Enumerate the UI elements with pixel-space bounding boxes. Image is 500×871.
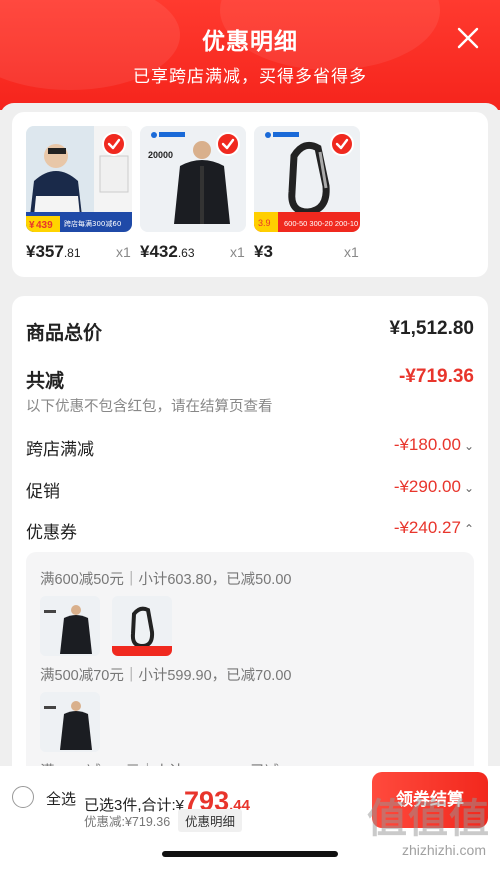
product-thumbnail [112, 596, 172, 656]
reduce-value: -¥719.36 [398, 366, 474, 387]
product-price: ¥3 [254, 242, 273, 261]
product-image: 20000 [140, 126, 246, 232]
checkout-bar: 全选 已选3件,合计:¥793.44 优惠减:¥719.36 优惠明细 领券结算… [0, 766, 500, 871]
discount-detail-link[interactable]: 优惠明细 [178, 809, 243, 832]
home-indicator [162, 851, 338, 857]
product-image: 3.9 600-50 300-20 200-10 [254, 126, 360, 232]
watermark-logo: 值值值 [367, 797, 490, 841]
svg-text:跨店每满300减60: 跨店每满300减60 [64, 219, 121, 228]
row-value-promotion[interactable]: -¥290.00 ⌄ [394, 477, 474, 497]
total-value: ¥1,512.80 [389, 318, 474, 339]
checked-icon[interactable] [216, 132, 240, 156]
discount-detail-card: 商品总价 ¥1,512.80 共减 -¥719.36 以下优惠不包含红包，请在结… [12, 296, 488, 816]
row-label-cross-store: 跨店满减 [26, 440, 94, 459]
product-thumbnail [40, 596, 100, 656]
product-item[interactable]: 3.9 600-50 300-20 200-10 ¥3 x1 [254, 126, 360, 261]
total-label: 商品总价 [26, 323, 103, 344]
chevron-up-icon: ⌃ [463, 522, 474, 536]
product-item[interactable]: 20000 ¥432.63 x1 [140, 126, 246, 261]
close-icon[interactable] [454, 24, 482, 52]
saved-amount: 优惠减:¥719.36 [84, 815, 171, 829]
chevron-down-icon: ⌄ [463, 439, 474, 453]
row-value-coupon[interactable]: -¥240.27 ⌃ [394, 518, 474, 538]
products-card: ¥ 439 跨店每满300减60 ¥357.81 x1 20000 ¥432.6… [12, 112, 488, 277]
page-title: 优惠明细 [202, 28, 298, 54]
product-badge-text: 439 [36, 220, 53, 231]
page-subtitle: 已享跨店满减，买得多省得多 [133, 67, 367, 86]
select-all-radio[interactable] [12, 786, 34, 808]
checked-icon[interactable] [102, 132, 126, 156]
reduce-label: 共减 [26, 371, 65, 392]
coupon-rule: 满600减50元｜小计603.80，已减50.00 [40, 572, 292, 588]
product-qty: x1 [230, 244, 245, 260]
product-badge-text: 600-50 300-20 200-10 [284, 219, 358, 228]
product-price: ¥432.63 [140, 242, 195, 261]
chevron-down-icon: ⌄ [463, 481, 474, 495]
reduce-note: 以下优惠不包含红包，请在结算页查看 [26, 399, 273, 415]
row-value-cross-store[interactable]: -¥180.00 ⌄ [394, 435, 474, 455]
coupon-rule: 满500减70元｜小计599.90，已减70.00 [40, 668, 292, 684]
svg-text:¥: ¥ [29, 220, 35, 231]
product-image: ¥ 439 跨店每满300减60 [26, 126, 132, 232]
product-thumbnail [40, 692, 100, 752]
row-label-promotion: 促销 [26, 482, 60, 501]
select-all-label[interactable]: 全选 [46, 788, 76, 809]
product-qty: x1 [116, 244, 131, 260]
row-label-coupon: 优惠券 [26, 523, 77, 542]
product-badge-text: 20000 [148, 150, 173, 160]
product-price: ¥357.81 [26, 242, 81, 261]
product-item[interactable]: ¥ 439 跨店每满300减60 ¥357.81 x1 [26, 126, 132, 261]
checked-icon[interactable] [330, 132, 354, 156]
svg-text:3.9: 3.9 [258, 218, 271, 228]
header-banner: 优惠明细 已享跨店满减，买得多省得多 [0, 0, 500, 110]
watermark-url: zhizhizhi.com [401, 842, 486, 858]
product-qty: x1 [344, 244, 359, 260]
